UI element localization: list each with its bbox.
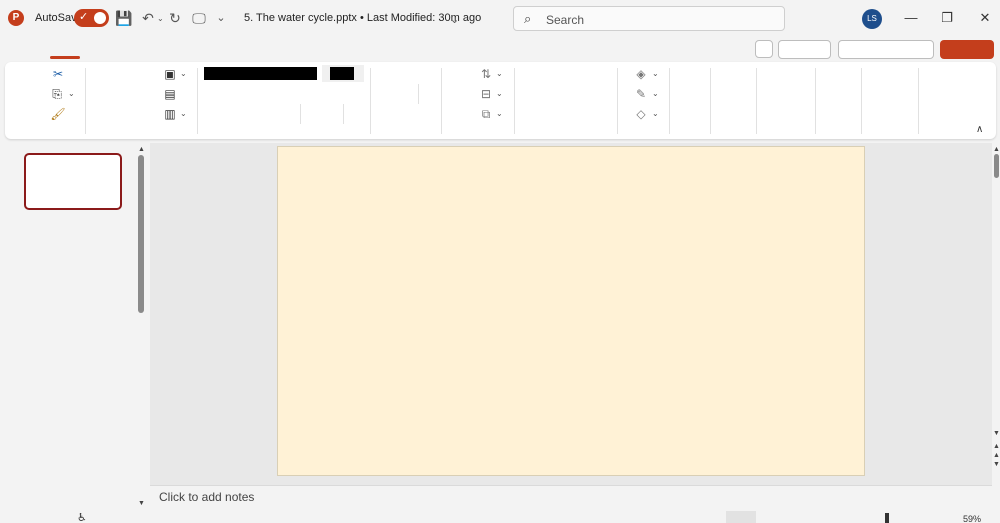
zoom-level[interactable]: 59%: [963, 514, 981, 523]
collapse-ribbon-icon[interactable]: ∧: [976, 124, 983, 135]
ribbon-separator: [756, 68, 757, 134]
scroll-down-icon[interactable]: ▼: [138, 500, 145, 507]
notes-placeholder[interactable]: Click to add notes: [159, 490, 254, 504]
ribbon-separator: [617, 68, 618, 134]
toggle-knob: [94, 12, 106, 24]
ribbon-separator: [418, 84, 419, 104]
save-icon[interactable]: 💾: [115, 9, 133, 27]
section-icon[interactable]: ▥: [161, 106, 179, 122]
document-title[interactable]: 5. The water cycle.pptx • Last Modified:…: [244, 12, 481, 24]
shape-outline-icon[interactable]: ✎: [632, 86, 650, 102]
ribbon-separator: [815, 68, 816, 134]
previous-slide-icon[interactable]: ▲: [993, 452, 1000, 459]
zoom-slider[interactable]: [885, 513, 889, 523]
ribbon-separator: [370, 68, 371, 134]
autosave-toggle[interactable]: ✓: [74, 9, 109, 27]
active-tab-indicator: [50, 56, 80, 59]
avatar[interactable]: LS: [862, 9, 882, 29]
ribbon-separator: [861, 68, 862, 134]
convert-smartart-icon[interactable]: ⧉: [477, 106, 495, 122]
customize-toolbar-icon[interactable]: ⌄: [212, 9, 230, 27]
redo-icon[interactable]: ↻: [166, 9, 184, 27]
font-name-box[interactable]: [204, 67, 317, 80]
shape-fill-icon[interactable]: ◈: [632, 66, 650, 82]
title-chevron-icon[interactable]: ⌄: [450, 13, 459, 26]
check-icon: ✓: [79, 11, 89, 23]
scroll-up-icon[interactable]: ▲: [138, 146, 145, 153]
slide-canvas[interactable]: [277, 146, 865, 476]
copy-dropdown-chevron-icon[interactable]: ⌄: [68, 89, 75, 98]
convert-smartart-chevron-icon[interactable]: ⌄: [496, 109, 503, 118]
present-from-start-icon[interactable]: 🖵: [190, 9, 208, 27]
accessibility-icon[interactable]: ♿: [77, 511, 87, 523]
shape-outline-chevron-icon[interactable]: ⌄: [652, 89, 659, 98]
shape-fill-chevron-icon[interactable]: ⌄: [652, 69, 659, 78]
restore-icon[interactable]: ❐: [939, 10, 955, 26]
minimize-icon[interactable]: —: [903, 10, 919, 26]
ribbon-separator: [710, 68, 711, 134]
align-text-icon[interactable]: ⊟: [477, 86, 495, 102]
editor-scrollbar[interactable]: [994, 154, 999, 178]
section-chevron-icon[interactable]: ⌄: [180, 109, 187, 118]
ribbon-separator: [669, 68, 670, 134]
shape-effects-icon[interactable]: ◇: [632, 106, 650, 122]
thumbnail-scrollbar[interactable]: [138, 155, 144, 313]
shape-effects-chevron-icon[interactable]: ⌄: [652, 109, 659, 118]
cut-icon[interactable]: ✂: [49, 66, 67, 82]
present-button[interactable]: [838, 40, 934, 59]
previous-slide-icon[interactable]: ▲: [993, 443, 1000, 450]
layout-icon[interactable]: ▤: [161, 86, 179, 102]
editor-scroll-down-icon[interactable]: ▼: [993, 430, 1000, 437]
ribbon-separator: [441, 68, 442, 134]
ribbon-separator: [300, 104, 301, 124]
status-bar: [0, 510, 1000, 523]
search-box[interactable]: ⌕ Search: [513, 6, 785, 31]
search-icon: ⌕: [524, 11, 532, 26]
editor-scroll-up-icon[interactable]: ▲: [993, 146, 1000, 153]
copy-icon[interactable]: ⎘: [48, 86, 66, 102]
font-size-value: [330, 67, 354, 80]
powerpoint-logo-icon: P: [8, 10, 24, 26]
ribbon-separator: [85, 68, 86, 134]
undo-dropdown-chevron-icon[interactable]: ⌄: [157, 14, 164, 23]
title-bar: P AutoSave ✓ 💾 ↶ ⌄ ↻ 🖵 ⌄ 5. The water cy…: [0, 0, 1000, 38]
comments-button[interactable]: [755, 40, 773, 58]
format-painter-icon[interactable]: 🖌: [49, 106, 67, 122]
ribbon-separator: [197, 68, 198, 134]
new-slide-chevron-icon[interactable]: ⌄: [180, 69, 187, 78]
view-button[interactable]: [726, 511, 756, 523]
ribbon-separator: [918, 68, 919, 134]
close-icon[interactable]: ✕: [977, 10, 993, 26]
share-button[interactable]: [940, 40, 994, 59]
text-direction-chevron-icon[interactable]: ⌄: [496, 69, 503, 78]
record-button[interactable]: [778, 40, 831, 59]
undo-icon[interactable]: ↶: [139, 9, 157, 27]
next-slide-icon[interactable]: ▼: [993, 461, 1000, 468]
search-placeholder: Search: [546, 13, 585, 27]
text-direction-icon[interactable]: ⇅: [477, 66, 495, 82]
notes-pane[interactable]: [150, 485, 992, 510]
ribbon-separator: [514, 68, 515, 134]
slide-thumbnail[interactable]: [24, 153, 122, 210]
ribbon-separator: [343, 104, 344, 124]
align-text-chevron-icon[interactable]: ⌄: [496, 89, 503, 98]
new-slide-icon[interactable]: ▣: [161, 66, 179, 82]
